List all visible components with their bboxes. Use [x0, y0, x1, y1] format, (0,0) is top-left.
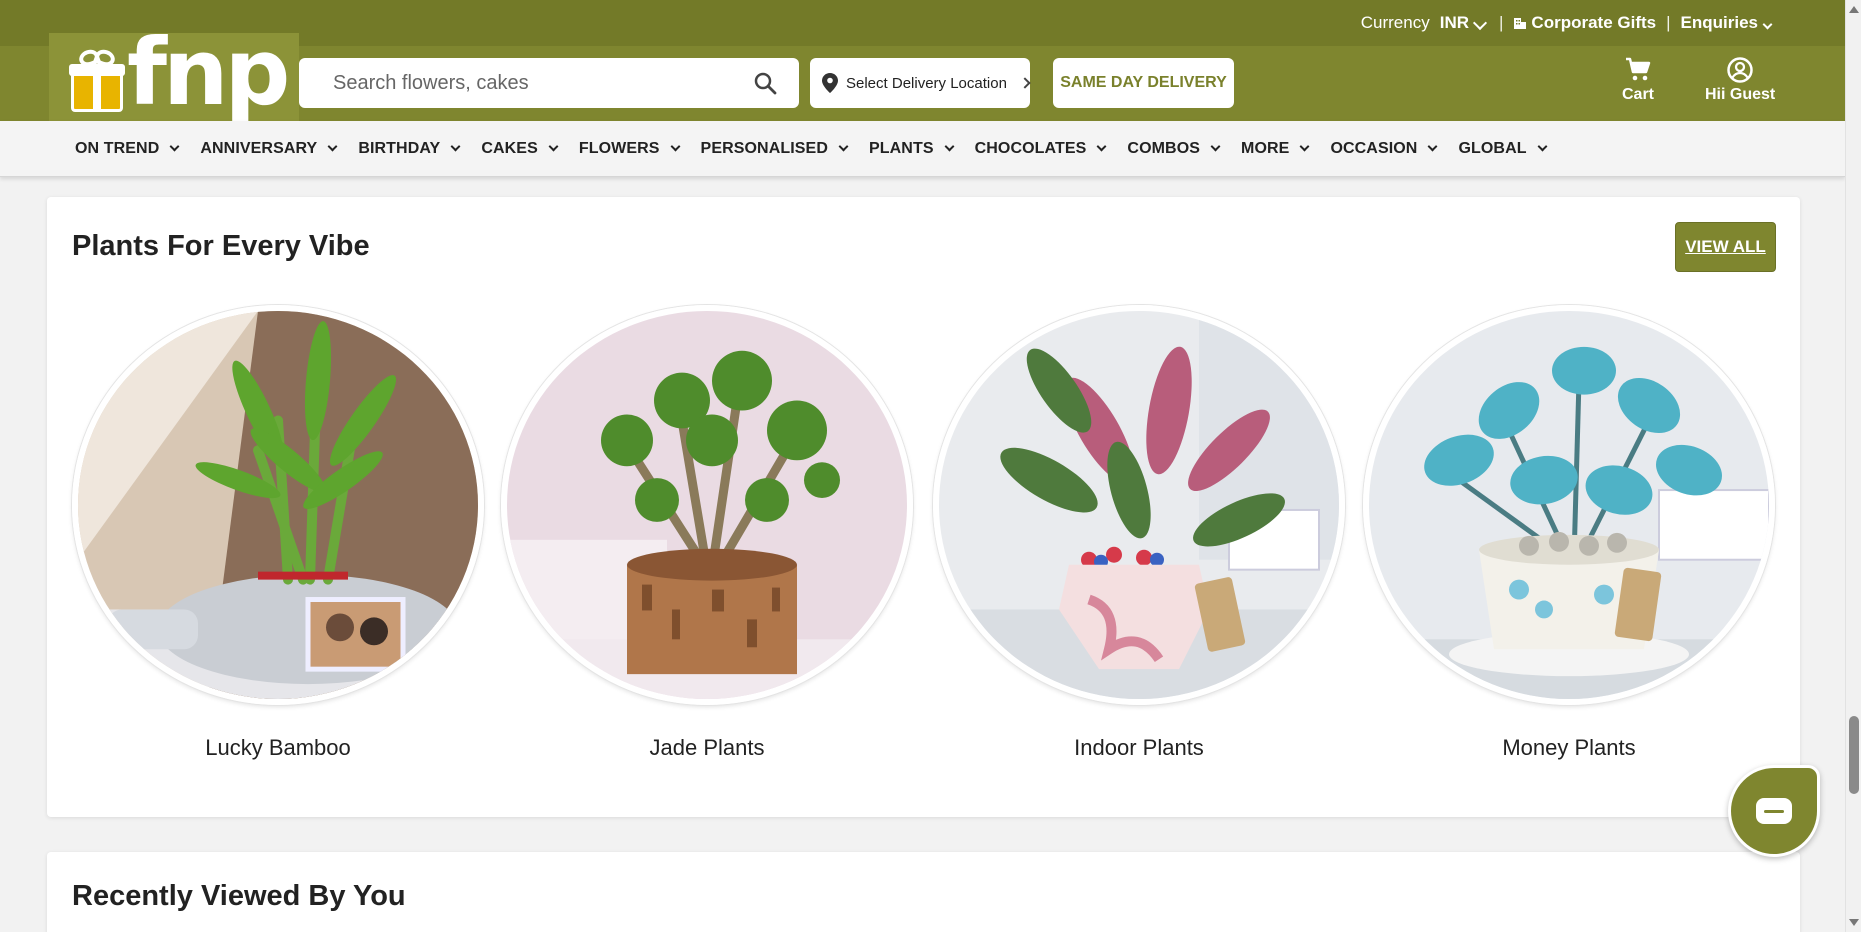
corporate-gifts-link[interactable]: Corporate Gifts	[1513, 13, 1656, 33]
nav-item-chocolates[interactable]: CHOCOLATES	[975, 140, 1107, 158]
chevron-down-icon	[838, 141, 849, 152]
chevron-down-icon	[169, 141, 180, 152]
chevron-down-icon	[1537, 141, 1548, 152]
nav-item-cakes[interactable]: CAKES	[481, 140, 559, 158]
plant-label: Jade Plants	[649, 735, 765, 760]
chevron-right-icon	[1019, 77, 1031, 89]
scrollbar-thumb[interactable]	[1849, 716, 1859, 794]
chevron-down-icon	[1428, 141, 1438, 152]
topbar-links: Currency INR | Corporate Gifts | Enquiri…	[1361, 0, 1775, 46]
chevron-down-icon	[1762, 19, 1773, 30]
cart-button[interactable]: Cart	[1622, 56, 1654, 104]
nav-item-global[interactable]: GLOBAL	[1458, 140, 1548, 158]
chevron-down-icon	[327, 141, 338, 152]
fnp-logo[interactable]: fnp	[49, 27, 299, 121]
search-icon[interactable]	[753, 71, 777, 95]
chevron-down-icon	[1472, 15, 1488, 31]
location-label: Select Delivery Location	[846, 74, 1007, 92]
location-pin-icon	[822, 73, 838, 93]
plant-image-lucky-bamboo	[72, 305, 484, 705]
nav-item-plants[interactable]: PLANTS	[869, 140, 955, 158]
plant-label: Lucky Bamboo	[205, 735, 351, 760]
plants-section: Plants For Every Vibe VIEW ALL Lucky Bam…	[47, 197, 1800, 817]
currency-label: Currency	[1360, 13, 1430, 32]
nav-item-occasion[interactable]: OCCASION	[1330, 140, 1438, 158]
page-scrollbar[interactable]	[1845, 0, 1861, 932]
separator: |	[1499, 13, 1504, 32]
category-nav: ON TREND ANNIVERSARY BIRTHDAY CAKES FLOW…	[0, 121, 1845, 177]
plant-tile-lucky-bamboo[interactable]: Lucky Bamboo	[72, 305, 484, 761]
plant-image-money-plants	[1363, 305, 1775, 705]
nav-item-on-trend[interactable]: ON TREND	[75, 140, 180, 158]
plant-image-indoor-plants	[933, 305, 1345, 705]
chevron-down-icon	[944, 141, 955, 152]
currency-selector[interactable]: INR	[1440, 13, 1489, 33]
page: Currency INR | Corporate Gifts | Enquiri…	[0, 0, 1861, 932]
enquiries-dropdown[interactable]: Enquiries	[1681, 13, 1775, 33]
chevron-down-icon	[548, 141, 559, 152]
search-input[interactable]: Search flowers, cakes	[299, 58, 799, 108]
chat-button[interactable]	[1728, 765, 1820, 857]
chevron-down-icon	[1096, 141, 1107, 152]
plant-tile-jade-plants[interactable]: Jade Plants	[501, 305, 913, 761]
plant-tile-money-plants[interactable]: Money Plants	[1363, 305, 1775, 761]
chevron-down-icon	[1299, 141, 1310, 152]
nav-item-combos[interactable]: COMBOS	[1127, 140, 1221, 158]
plant-image-jade-plants	[501, 305, 913, 705]
delivery-location-button[interactable]: Select Delivery Location	[810, 58, 1031, 108]
nav-item-flowers[interactable]: FLOWERS	[579, 140, 680, 158]
building-icon	[1514, 18, 1527, 29]
guest-label: Hii Guest	[1705, 86, 1776, 103]
chevron-down-icon	[450, 141, 461, 152]
logo-text: fnp	[127, 19, 290, 126]
separator: |	[1666, 13, 1671, 32]
gift-logo-icon	[69, 47, 125, 112]
nav-item-personalised[interactable]: PERSONALISED	[701, 140, 849, 158]
view-all-button[interactable]: VIEW ALL	[1675, 222, 1776, 272]
cart-icon	[1626, 57, 1651, 81]
site-header: Currency INR | Corporate Gifts | Enquiri…	[0, 0, 1845, 121]
account-button[interactable]: Hii Guest	[1705, 56, 1775, 104]
section-title: Recently Viewed By You	[72, 880, 406, 912]
nav-item-more[interactable]: MORE	[1241, 140, 1310, 158]
chat-icon	[1756, 798, 1792, 824]
chevron-down-icon	[1210, 141, 1221, 152]
nav-item-anniversary[interactable]: ANNIVERSARY	[200, 140, 338, 158]
plant-tile-indoor-plants[interactable]: Indoor Plants	[933, 305, 1345, 761]
chevron-down-icon	[670, 141, 680, 152]
plant-label: Indoor Plants	[1074, 735, 1204, 760]
scroll-up-icon[interactable]	[1849, 6, 1859, 13]
scroll-down-icon[interactable]	[1849, 919, 1859, 926]
cart-label: Cart	[1622, 86, 1655, 103]
user-icon	[1727, 57, 1753, 83]
recently-viewed-section: Recently Viewed By You	[47, 852, 1800, 932]
section-title: Plants For Every Vibe	[72, 230, 370, 262]
plant-label: Money Plants	[1502, 735, 1636, 760]
nav-item-birthday[interactable]: BIRTHDAY	[358, 140, 461, 158]
same-day-delivery-button[interactable]: SAME DAY DELIVERY	[1053, 58, 1234, 108]
search-placeholder: Search flowers, cakes	[333, 71, 529, 94]
